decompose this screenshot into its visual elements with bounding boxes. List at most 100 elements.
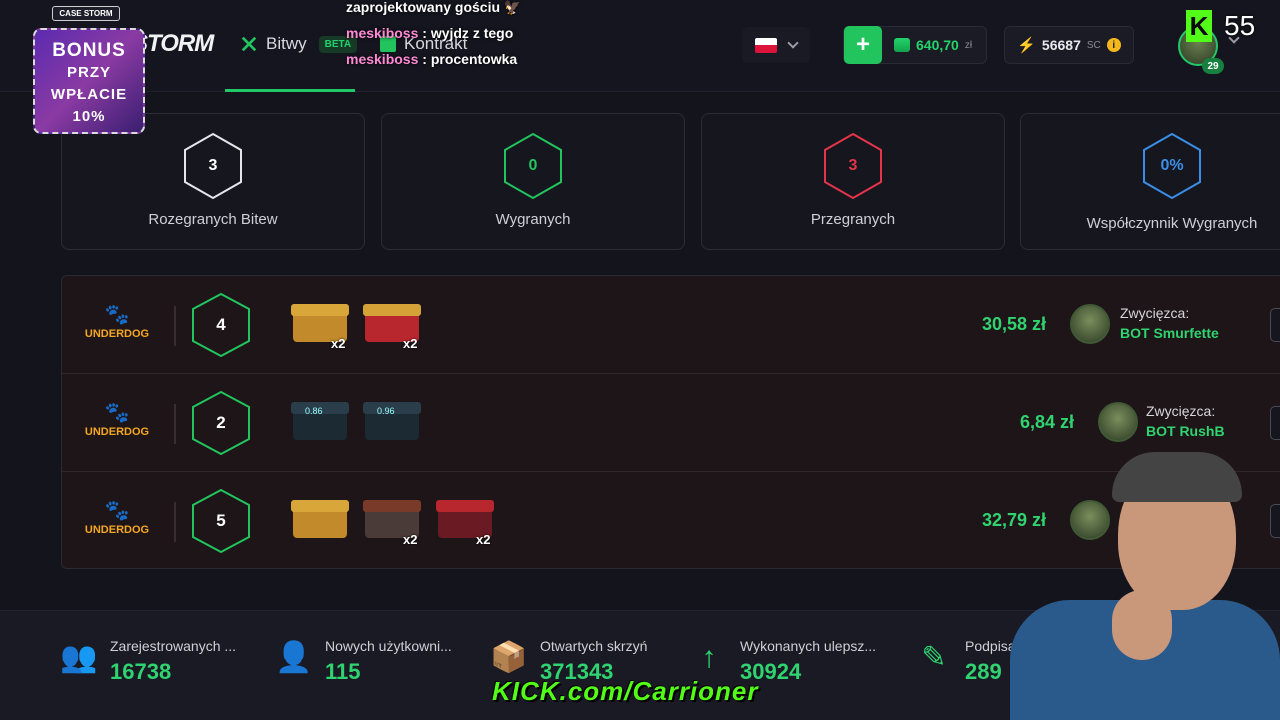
battle-total: 6,84 zł: [1019, 412, 1074, 432]
bonus-line: BONUS: [52, 40, 126, 61]
deposit-button[interactable]: +: [844, 26, 882, 64]
top-bar: STORM Bitwy BETA Kontrakt + 640,70 zł ⚡ …: [0, 0, 1280, 92]
bonus-line: 10%: [72, 108, 106, 125]
sc-balance[interactable]: ⚡ 56687 SC i: [1004, 26, 1134, 64]
lightning-icon: ⚡: [1017, 37, 1036, 54]
kick-channel-banner: KICK.com/Carrioner: [492, 676, 759, 706]
nav-battles[interactable]: Bitwy BETA: [240, 34, 358, 54]
user-level-badge: 29: [1202, 58, 1224, 74]
stat-value: 0: [528, 157, 538, 174]
player-count-badge: 5: [190, 488, 252, 554]
battle-total: 30,58 zł: [981, 314, 1046, 334]
bonus-line: PRZY: [66, 64, 111, 81]
stat-card-losses: 3 Przegranych: [701, 113, 1005, 250]
box-open-icon: 📦: [490, 641, 528, 674]
case-price: 0.86: [305, 406, 323, 416]
divider: [174, 404, 176, 444]
footer-stat-value: 289: [965, 659, 1002, 684]
case-quantity: x2: [403, 532, 418, 547]
player-count: 5: [216, 511, 226, 530]
case-lid: [363, 304, 421, 316]
player-count: 4: [216, 315, 226, 334]
case-item: x2: [363, 500, 421, 547]
case-item: x2: [363, 304, 421, 351]
poland-flag-icon: [755, 37, 777, 53]
chevron-down-icon: [787, 37, 799, 49]
wallet-balance: + 640,70 zł: [843, 26, 988, 64]
bonus-line: WPŁACIE: [50, 86, 128, 103]
hexagon-badge: 3: [182, 132, 244, 200]
winner-name: BOT RushB: [1146, 423, 1225, 439]
balance-amount: 640,70 zł: [882, 37, 986, 53]
language-selector[interactable]: [742, 27, 810, 63]
stat-value: 3: [848, 157, 858, 174]
case-item: x2: [291, 304, 349, 351]
stream-chat-overlay: zaprojektowany gościu 🦅 meskiboss : wyjd…: [346, 0, 521, 72]
footer-stat-label: Otwartych skrzyń: [540, 638, 648, 654]
case-quantity: x2: [403, 336, 418, 351]
case-quantity: x2: [331, 336, 346, 351]
coins-icon: [894, 38, 910, 52]
webcam-hand: [1112, 590, 1172, 660]
case-price: 0.96: [377, 406, 395, 416]
battle-view-button[interactable]: [1270, 406, 1280, 440]
stat-value: 0%: [1160, 157, 1184, 174]
chat-message: zaprojektowany gościu 🦅: [346, 0, 521, 20]
hexagon-badge: 0%: [1141, 132, 1203, 200]
chat-text: : wyjdz z tego: [418, 25, 514, 41]
contract-sign-icon: ✎: [921, 641, 947, 674]
battle-view-button[interactable]: [1270, 308, 1280, 342]
stat-label: Wygranych: [495, 211, 571, 228]
battle-mode-label: UNDERDOG: [84, 524, 150, 536]
winner-avatar: [1098, 402, 1138, 442]
swords-icon: [241, 36, 257, 52]
kick-logo-icon: K: [1186, 10, 1212, 42]
deposit-bonus-overlay: BONUS PRZY WPŁACIE 10%: [33, 28, 145, 134]
case-quantity: x2: [476, 532, 491, 547]
case-lid: [436, 500, 494, 512]
winner-name: BOT Smurfette: [1120, 325, 1219, 341]
chat-message: meskiboss : wyjdz z tego: [346, 20, 521, 46]
hexagon-badge: 3: [822, 132, 884, 200]
player-count-badge: 4: [190, 292, 252, 358]
hexagon-badge: 0: [502, 132, 564, 200]
case-lid: [363, 500, 421, 512]
winner-avatar: [1070, 304, 1110, 344]
battle-row[interactable]: 🐾 UNDERDOG 4 x2 x2 30,58 zł Zwycięzca: B…: [62, 276, 1280, 374]
footer-stat-value: 16738: [110, 659, 172, 684]
case-item: 0.86: [291, 402, 349, 444]
chat-text: zaprojektowany gościu 🦅: [346, 0, 522, 15]
info-icon[interactable]: i: [1106, 38, 1121, 52]
arrow-up-icon: ↑: [701, 641, 717, 674]
stat-value: 3: [208, 157, 218, 174]
footer-stat-label: Zarejestrowanych ...: [110, 638, 237, 654]
user-plus-icon: 👤: [275, 641, 313, 674]
paw-icon: 🐾: [104, 304, 130, 326]
sc-value: 56687: [1041, 37, 1081, 53]
sc-currency: SC: [1086, 39, 1101, 51]
paw-icon: 🐾: [104, 500, 130, 522]
battle-mode: 🐾 UNDERDOG: [62, 500, 172, 536]
battle-mode: 🐾 UNDERDOG: [62, 304, 172, 340]
users-icon: 👥: [60, 641, 98, 674]
app-root: STORM Bitwy BETA Kontrakt + 640,70 zł ⚡ …: [0, 0, 1280, 720]
streamer-webcam: [1000, 440, 1280, 720]
winner-label: Zwycięzca:: [1146, 403, 1216, 419]
battle-mode: 🐾 UNDERDOG: [62, 402, 172, 438]
chat-username: meskiboss: [346, 51, 419, 67]
case-item: 0.96: [363, 402, 421, 444]
winner-label: Zwycięzca:: [1120, 305, 1190, 321]
divider: [174, 502, 176, 542]
battle-mode-label: UNDERDOG: [84, 328, 150, 340]
stat-label: Rozegranych Bitew: [148, 211, 278, 228]
case-lid: [291, 304, 349, 316]
paw-icon: 🐾: [104, 402, 130, 424]
player-count: 2: [216, 413, 226, 432]
case-item: x2: [436, 500, 494, 547]
nav-battles-label: Bitwy: [266, 34, 307, 53]
player-count-badge: 2: [190, 390, 252, 456]
chat-username: meskiboss: [346, 25, 419, 41]
battle-mode-label: UNDERDOG: [84, 426, 150, 438]
footer-stat-value: 115: [325, 659, 361, 684]
stat-card-wins: 0 Wygranych: [381, 113, 685, 250]
